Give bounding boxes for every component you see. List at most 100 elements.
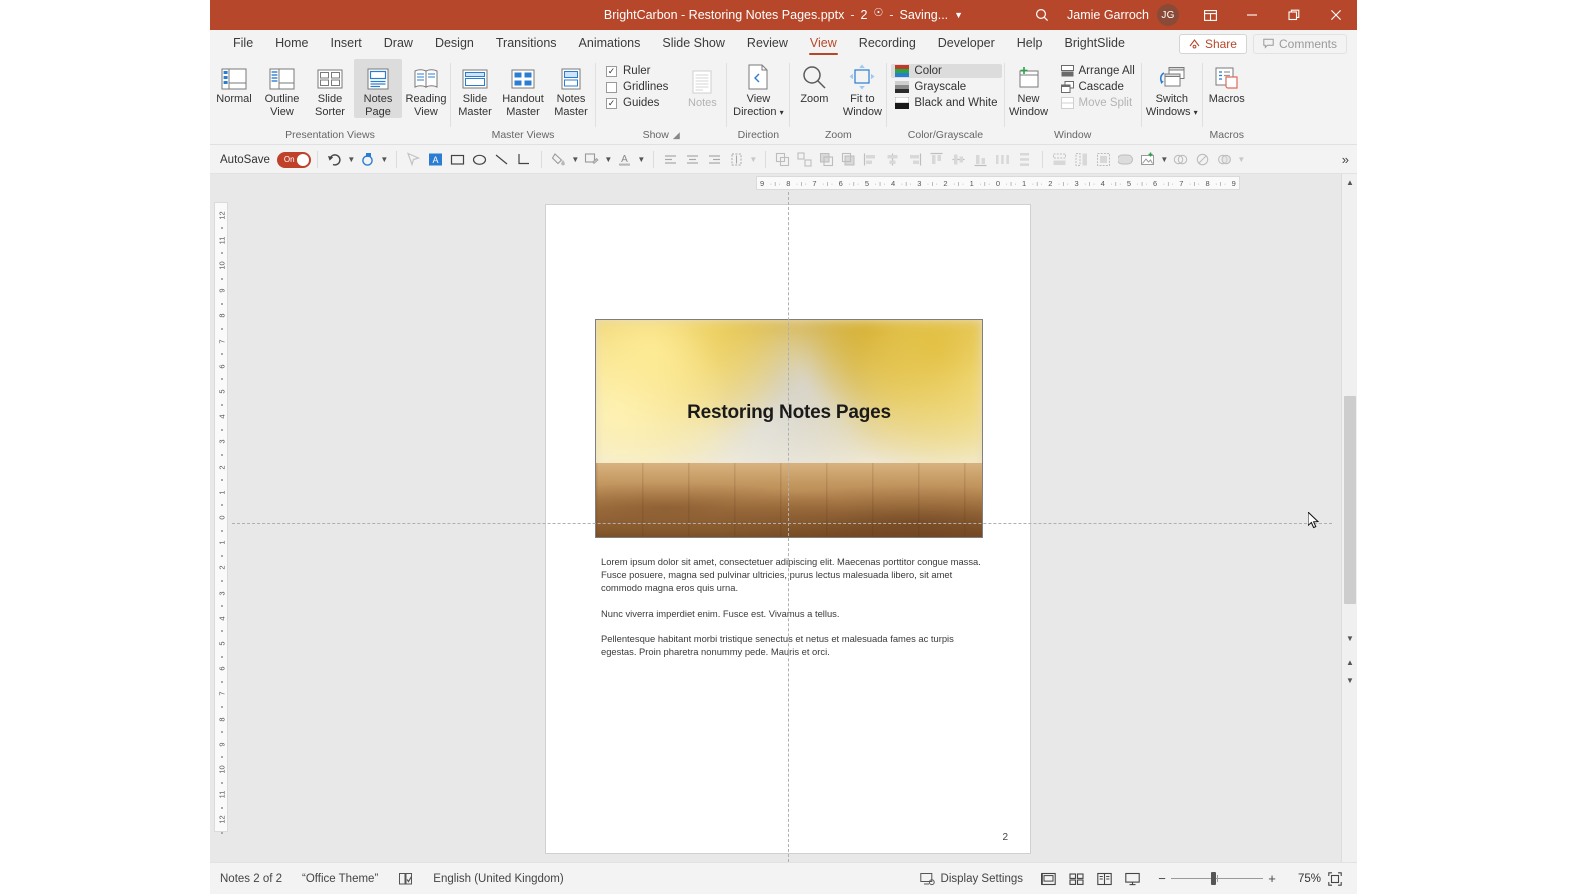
minimize-button[interactable]: [1231, 0, 1273, 30]
maximize-restore-button[interactable]: [1273, 0, 1315, 30]
comments-button[interactable]: Comments: [1253, 34, 1347, 54]
tab-developer[interactable]: Developer: [927, 30, 1006, 57]
autosave-control[interactable]: AutoSave On: [220, 152, 311, 168]
checkbox-ruler[interactable]: ✓ Ruler: [606, 65, 668, 77]
zoom-slider-handle[interactable]: [1211, 872, 1216, 885]
tab-help[interactable]: Help: [1006, 30, 1054, 57]
align-objects-left-icon[interactable]: [860, 149, 882, 171]
avatar[interactable]: JG: [1157, 4, 1179, 26]
slide-show-status-icon[interactable]: [1119, 868, 1145, 890]
align-center-icon[interactable]: [682, 149, 704, 171]
vertical-guide[interactable]: [788, 192, 789, 862]
align-objects-top-icon[interactable]: [926, 149, 948, 171]
fit-to-window-button[interactable]: Fit toWindow: [838, 59, 886, 118]
font-color-chevron-down-icon[interactable]: ▼: [636, 155, 647, 164]
share-button[interactable]: Share: [1179, 34, 1247, 54]
size-match-height-icon[interactable]: [1071, 149, 1093, 171]
status-slide-count[interactable]: Notes 2 of 2: [210, 873, 292, 885]
cascade-button[interactable]: Cascade: [1057, 80, 1139, 94]
handout-master-button[interactable]: HandoutMaster: [499, 59, 547, 118]
tab-home[interactable]: Home: [264, 30, 319, 57]
view-reading-button[interactable]: ReadingView: [402, 59, 450, 118]
macros-button[interactable]: Macros: [1203, 59, 1251, 106]
tab-file[interactable]: File: [222, 30, 264, 57]
undo-chevron-down-icon[interactable]: ▼: [346, 155, 357, 164]
duplicate-offset-icon[interactable]: [794, 149, 816, 171]
color-mode-black-and-white[interactable]: Black and White: [891, 96, 1001, 110]
tab-animations[interactable]: Animations: [568, 30, 652, 57]
checkbox-gridlines[interactable]: ✓ Gridlines: [606, 81, 668, 93]
shape-fill-icon[interactable]: [548, 149, 570, 171]
align-right-icon[interactable]: [704, 149, 726, 171]
insert-picture-icon[interactable]: [1137, 149, 1159, 171]
align-left-icon[interactable]: [660, 149, 682, 171]
insert-picture-chevron-down-icon[interactable]: ▼: [1159, 155, 1170, 164]
text-box-icon[interactable]: A: [425, 149, 447, 171]
line-shape-icon[interactable]: [491, 149, 513, 171]
tab-slide-show[interactable]: Slide Show: [651, 30, 736, 57]
tab-review[interactable]: Review: [736, 30, 799, 57]
scrollbar-thumb[interactable]: [1344, 396, 1356, 604]
status-language[interactable]: English (United Kingdom): [423, 873, 573, 885]
view-normal-status-icon[interactable]: [1035, 868, 1061, 890]
spell-check-icon[interactable]: [388, 872, 423, 886]
view-slide-sorter-button[interactable]: SlideSorter: [306, 59, 354, 118]
send-backward-icon[interactable]: [838, 149, 860, 171]
tab-draw[interactable]: Draw: [373, 30, 424, 57]
view-direction-button[interactable]: View Direction ▾: [727, 59, 789, 119]
autosave-toggle[interactable]: On: [277, 152, 311, 168]
size-match-both-icon[interactable]: [1093, 149, 1115, 171]
checkbox-guides[interactable]: ✓ Guides: [606, 97, 668, 109]
zoom-in-button[interactable]: +: [1263, 871, 1281, 886]
zoom-slider[interactable]: − +: [1153, 871, 1281, 887]
align-objects-middle-icon[interactable]: [948, 149, 970, 171]
scroll-up-icon[interactable]: ▲: [1342, 174, 1358, 190]
zoom-slider-track[interactable]: [1171, 871, 1263, 887]
align-objects-bottom-icon[interactable]: [970, 149, 992, 171]
rectangle-shape-icon[interactable]: [447, 149, 469, 171]
elbow-connector-icon[interactable]: [513, 149, 535, 171]
bring-forward-icon[interactable]: [816, 149, 838, 171]
merge-combine-icon[interactable]: [1170, 149, 1192, 171]
horizontal-guide[interactable]: [232, 523, 1332, 524]
oval-shape-icon[interactable]: [469, 149, 491, 171]
tab-transitions[interactable]: Transitions: [485, 30, 568, 57]
zoom-button[interactable]: Zoom: [790, 59, 838, 106]
display-settings-button[interactable]: Display Settings: [910, 872, 1033, 886]
notes-text-placeholder[interactable]: Lorem ipsum dolor sit amet, consectetuer…: [601, 555, 981, 670]
merge-shapes-union-icon[interactable]: [1115, 149, 1137, 171]
merge-chevron-down-icon[interactable]: ▼: [1236, 155, 1247, 164]
status-theme[interactable]: “Office Theme”: [292, 873, 388, 885]
shape-outline-icon[interactable]: [581, 149, 603, 171]
slide-thumbnail[interactable]: Restoring Notes Pages: [595, 319, 983, 538]
font-color-icon[interactable]: A: [614, 149, 636, 171]
text-fit-icon[interactable]: [726, 149, 748, 171]
fit-slide-to-window-icon[interactable]: [1323, 872, 1347, 886]
repeat-icon[interactable]: [357, 149, 379, 171]
notes-master-button[interactable]: NotesMaster: [547, 59, 595, 118]
align-objects-right-icon[interactable]: [904, 149, 926, 171]
close-button[interactable]: [1315, 0, 1357, 30]
shape-outline-chevron-down-icon[interactable]: ▼: [603, 155, 614, 164]
scroll-down-icon[interactable]: ▼: [1342, 630, 1358, 646]
size-match-width-icon[interactable]: [1049, 149, 1071, 171]
search-icon[interactable]: [1025, 0, 1059, 30]
duplicate-shape-icon[interactable]: [772, 149, 794, 171]
previous-slide-icon[interactable]: ▲: [1342, 654, 1358, 670]
switch-windows-button[interactable]: Switch Windows ▾: [1142, 59, 1202, 119]
slide-master-button[interactable]: SlideMaster: [451, 59, 499, 118]
distribute-vertically-icon[interactable]: [1014, 149, 1036, 171]
account-name[interactable]: Jamie Garroch: [1059, 8, 1157, 22]
ribbon-display-options-icon[interactable]: [1189, 0, 1231, 30]
merge-fragment-icon[interactable]: [1192, 149, 1214, 171]
undo-icon[interactable]: [324, 149, 346, 171]
text-fit-chevron-down-icon[interactable]: ▼: [748, 155, 759, 164]
view-notes-page-button[interactable]: NotesPage: [354, 59, 402, 118]
view-slide-sorter-status-icon[interactable]: [1063, 868, 1089, 890]
vertical-ruler-ticks[interactable]: 1211109876543210123456789101112: [214, 202, 228, 832]
toolbar-overflow-button[interactable]: »: [1342, 152, 1349, 167]
tab-insert[interactable]: Insert: [320, 30, 373, 57]
zoom-percentage[interactable]: 75%: [1283, 873, 1321, 885]
title-chevron-down-icon[interactable]: ▼: [954, 10, 963, 20]
next-slide-icon[interactable]: ▼: [1342, 672, 1358, 688]
